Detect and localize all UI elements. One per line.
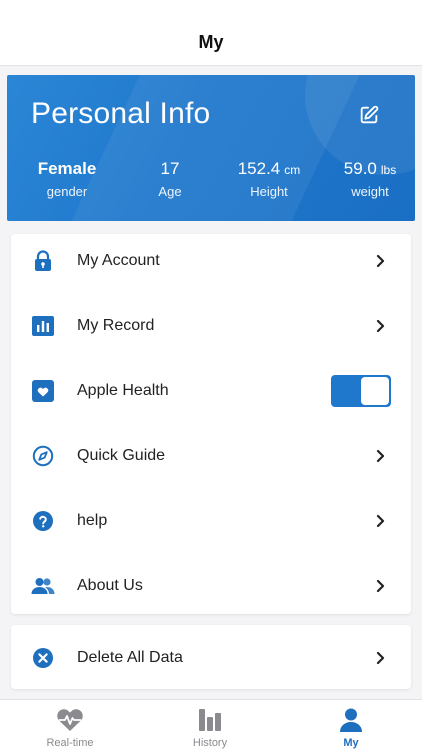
menu-item-about-us[interactable]: About Us: [11, 553, 411, 618]
menu-item-label: My Account: [77, 251, 160, 269]
gender-label: gender: [46, 184, 88, 199]
menu-item-label: My Record: [77, 316, 155, 334]
chevron-right-icon: [376, 651, 385, 664]
chevron-right-icon: [376, 449, 385, 462]
chevron-right-icon: [376, 319, 385, 332]
menu-item-apple-health: Apple Health: [11, 358, 411, 423]
weight-label: weight: [351, 184, 389, 199]
menu-item-quick-guide[interactable]: Quick Guide: [11, 423, 411, 488]
age-stat: 17 Age: [145, 159, 195, 199]
gender-value: Female: [37, 159, 97, 178]
weight-stat: 59.0 lbs weight: [333, 159, 407, 199]
page-title: My: [198, 32, 224, 52]
menu-item-label: Quick Guide: [77, 446, 166, 464]
question-icon: [31, 509, 55, 533]
heart-icon: [31, 379, 55, 403]
age-value: 17: [160, 159, 180, 178]
edit-icon[interactable]: [357, 103, 381, 127]
weight-unit: lbs: [380, 163, 397, 177]
tab-label: Real-time: [46, 737, 94, 749]
tab-real-time[interactable]: Real-time: [0, 700, 140, 750]
personal-info-card: Personal Info Female gender 17 Age 152.4…: [7, 75, 415, 221]
close-circle-icon: [31, 646, 55, 670]
height-unit: cm: [284, 163, 301, 177]
lock-icon: [31, 249, 55, 273]
menu-item-label: help: [77, 511, 108, 529]
tab-my[interactable]: My: [281, 700, 421, 750]
gender-stat: Female gender: [31, 159, 103, 199]
tab-label: My: [343, 737, 359, 749]
people-icon: [31, 574, 55, 598]
danger-menu: Delete All Data: [11, 625, 411, 689]
chevron-right-icon: [376, 514, 385, 527]
tab-history[interactable]: History: [140, 700, 280, 750]
heart-pulse-icon: [56, 708, 84, 732]
menu-item-help[interactable]: help: [11, 488, 411, 553]
weight-value: 59.0: [343, 159, 377, 178]
height-stat: 152.4 cm Height: [221, 159, 317, 199]
menu-item-delete-all-data[interactable]: Delete All Data: [11, 625, 411, 690]
chevron-right-icon: [376, 579, 385, 592]
menu-item-label: Delete All Data: [77, 648, 183, 666]
person-icon: [339, 708, 363, 732]
menu-item-my-record[interactable]: My Record: [11, 293, 411, 358]
personal-info-title: Personal Info: [31, 97, 211, 130]
top-header: My: [0, 0, 422, 66]
history-bars-icon: [197, 708, 223, 732]
tab-label: History: [192, 737, 228, 749]
bar-chart-icon: [31, 314, 55, 338]
menu-item-my-account[interactable]: My Account: [11, 228, 411, 293]
settings-menu: My Account My Record Apple Health Quick …: [11, 234, 411, 614]
height-label: Height: [250, 184, 288, 199]
apple-health-toggle[interactable]: [331, 374, 391, 407]
chevron-right-icon: [376, 254, 385, 267]
toggle-knob: [361, 376, 389, 405]
menu-item-label: About Us: [77, 576, 143, 594]
age-label: Age: [158, 184, 182, 199]
height-value: 152.4: [237, 159, 281, 178]
bottom-tab-bar: Real-time History My: [0, 699, 422, 750]
compass-icon: [31, 444, 55, 468]
menu-item-label: Apple Health: [77, 381, 169, 399]
